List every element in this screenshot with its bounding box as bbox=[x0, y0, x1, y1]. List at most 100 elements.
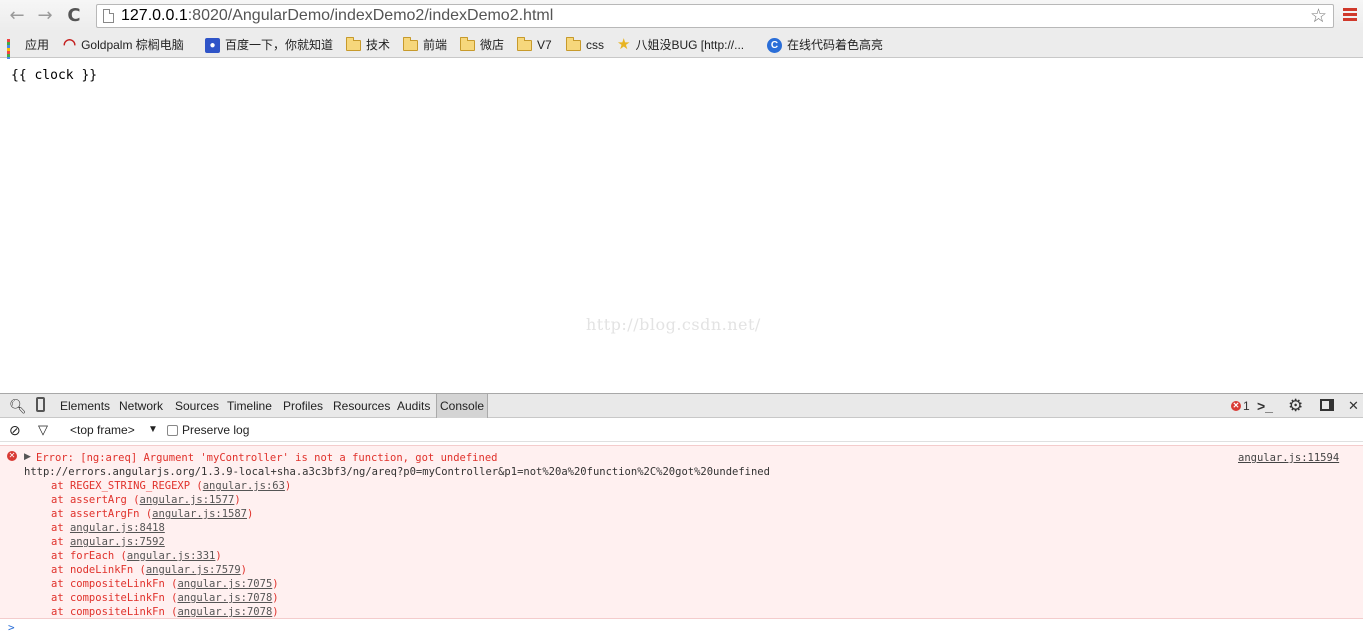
folder-icon bbox=[460, 36, 475, 51]
console-toolbar: ⊘ ▽ <top frame> ▼ Preserve log bbox=[0, 418, 1363, 442]
stack-frame-link[interactable]: angular.js:7592 bbox=[70, 536, 165, 548]
bookmark-baidu[interactable]: ● 百度一下，你就知道 bbox=[205, 36, 333, 54]
bookmark-folder-frontend[interactable]: 前端 bbox=[403, 36, 447, 54]
stack-frame-function: at assertArg bbox=[51, 494, 127, 506]
stack-frame-function: at forEach bbox=[51, 550, 115, 562]
url-host: 127.0.0.1 bbox=[121, 7, 188, 24]
bookmark-folder-tech[interactable]: 技术 bbox=[346, 36, 390, 54]
clear-console-icon[interactable]: ⊘ bbox=[9, 421, 21, 439]
dock-side-icon[interactable] bbox=[1320, 397, 1334, 415]
reload-button[interactable]: C bbox=[63, 5, 85, 27]
error-text: Error: [ng:areq] Argument 'myController'… bbox=[36, 452, 498, 464]
preserve-log-checkbox[interactable] bbox=[167, 425, 178, 436]
bookmark-label: 八姐没BUG [http://... bbox=[635, 38, 745, 52]
bookmark-label: css bbox=[586, 38, 604, 52]
frame-selector[interactable]: <top frame> bbox=[70, 421, 135, 439]
stack-frame-link[interactable]: angular.js:63 bbox=[203, 480, 285, 492]
tab-network[interactable]: Network bbox=[116, 394, 166, 418]
stack-frame: at compositeLinkFn (angular.js:7075) bbox=[51, 578, 279, 590]
tab-timeline[interactable]: Timeline bbox=[224, 394, 275, 418]
forward-button[interactable]: → bbox=[34, 5, 56, 27]
back-button[interactable]: ← bbox=[6, 5, 28, 27]
stack-frame-function: at compositeLinkFn bbox=[51, 592, 165, 604]
disclosure-triangle-icon[interactable]: ▶ bbox=[24, 450, 31, 464]
stack-frame: at nodeLinkFn (angular.js:7579) bbox=[51, 564, 247, 576]
stack-frame-link[interactable]: angular.js:331 bbox=[127, 550, 216, 562]
bookmark-label: 微店 bbox=[480, 38, 505, 52]
chevron-down-icon[interactable]: ▼ bbox=[148, 421, 158, 439]
bookmark-goldpalm[interactable]: ◠ Goldpalm 棕榈电脑 bbox=[63, 36, 184, 54]
stack-frame-link[interactable]: angular.js:1577 bbox=[140, 494, 235, 506]
stack-frame-link[interactable]: angular.js:7078 bbox=[177, 606, 272, 618]
error-icon: ✕ bbox=[1231, 401, 1241, 411]
stack-frame-link[interactable]: angular.js:1587 bbox=[152, 508, 247, 520]
stack-frame: at angular.js:8418 bbox=[51, 521, 291, 535]
stack-frame-link[interactable]: angular.js:7075 bbox=[177, 578, 272, 590]
filter-icon[interactable]: ▽ bbox=[38, 421, 48, 439]
preserve-log-label: Preserve log bbox=[182, 423, 250, 437]
paw-icon: ● bbox=[205, 37, 220, 53]
bookmark-label: Goldpalm 棕榈电脑 bbox=[81, 38, 184, 52]
bookmarks-bar: 应用 ◠ Goldpalm 棕榈电脑 ● 百度一下，你就知道 技术 前端 微店 … bbox=[0, 32, 1363, 66]
bookmark-label: V7 bbox=[537, 38, 552, 52]
stack-frame-function: at compositeLinkFn bbox=[51, 578, 165, 590]
gear-icon[interactable]: ⚙ bbox=[1288, 397, 1303, 415]
tab-audits[interactable]: Audits bbox=[394, 394, 433, 418]
device-mode-icon[interactable] bbox=[36, 397, 45, 415]
browser-toolbar: ← → C 127.0.0.1:8020/AngularDemo/indexDe… bbox=[0, 0, 1363, 32]
stack-frame: at assertArgFn (angular.js:1587) bbox=[51, 508, 254, 520]
url-path: :8020/AngularDemo/indexDemo2/indexDemo2.… bbox=[187, 7, 554, 24]
bookmark-bajie[interactable]: ★ 八姐没BUG [http://... bbox=[617, 36, 744, 54]
bookmark-star-icon[interactable]: ☆ bbox=[1310, 4, 1327, 28]
page-icon bbox=[103, 9, 114, 23]
tab-elements[interactable]: Elements bbox=[57, 394, 113, 418]
close-icon[interactable]: ✕ bbox=[1348, 397, 1359, 415]
error-count-value: 1 bbox=[1243, 399, 1250, 413]
stack-frame-function: at bbox=[51, 536, 64, 548]
apps-grid-icon bbox=[7, 38, 20, 66]
devtools-tabbar: 🔍︎ Elements Network Sources Timeline Pro… bbox=[0, 393, 1363, 418]
bookmark-folder-css[interactable]: css bbox=[566, 36, 604, 54]
stack-frame-link[interactable]: angular.js:7579 bbox=[146, 564, 241, 576]
stack-trace: at REGEX_STRING_REGEXP (angular.js:63) at… bbox=[51, 479, 291, 619]
search-icon[interactable]: 🔍︎ bbox=[9, 397, 27, 415]
tab-console[interactable]: Console bbox=[436, 394, 489, 418]
error-counter[interactable]: ✕ 1 bbox=[1231, 398, 1250, 414]
tab-sources[interactable]: Sources bbox=[172, 394, 222, 418]
address-bar[interactable]: 127.0.0.1:8020/AngularDemo/indexDemo2/in… bbox=[96, 4, 1334, 28]
bookmark-apps[interactable]: 应用 bbox=[7, 36, 50, 66]
bookmark-label: 在线代码着色高亮 bbox=[787, 38, 884, 52]
stack-frame: at assertArg (angular.js:1577) bbox=[51, 494, 241, 506]
stack-frame-function: at REGEX_STRING_REGEXP bbox=[51, 480, 191, 492]
stack-frame-function: at bbox=[51, 522, 64, 534]
bookmark-label: 前端 bbox=[423, 38, 448, 52]
folder-icon bbox=[517, 36, 532, 51]
stack-frame-link[interactable]: angular.js:7078 bbox=[177, 592, 272, 604]
url-text[interactable]: 127.0.0.1:8020/AngularDemo/indexDemo2/in… bbox=[121, 6, 553, 26]
console-drawer-icon[interactable]: >_ bbox=[1257, 397, 1273, 415]
bookmark-folder-v7[interactable]: V7 bbox=[517, 36, 552, 54]
folder-icon bbox=[403, 36, 418, 51]
stack-frame-function: at assertArgFn bbox=[51, 508, 140, 520]
bookmark-folder-weidian[interactable]: 微店 bbox=[460, 36, 504, 54]
stack-frame: at compositeLinkFn (angular.js:7078) bbox=[51, 606, 279, 618]
star-icon: ★ bbox=[617, 36, 631, 53]
stack-frame-link[interactable]: angular.js:8418 bbox=[70, 522, 165, 534]
stack-frame: at compositeLinkFn (angular.js:7078) bbox=[51, 592, 279, 604]
tab-resources[interactable]: Resources bbox=[330, 394, 393, 418]
c-icon: C bbox=[767, 37, 782, 53]
source-link[interactable]: angular.js:11594 bbox=[1238, 451, 1339, 465]
stack-frame: at forEach (angular.js:331) bbox=[51, 550, 222, 562]
menu-icon[interactable] bbox=[1343, 8, 1357, 24]
console-prompt[interactable]: > bbox=[8, 621, 15, 634]
folder-icon bbox=[346, 36, 361, 51]
bookmark-code-highlight[interactable]: C 在线代码着色高亮 bbox=[767, 36, 883, 54]
error-url[interactable]: http://errors.angularjs.org/1.3.9-local+… bbox=[24, 465, 770, 479]
bookmark-label: 应用 bbox=[25, 38, 50, 52]
stack-frame-function: at compositeLinkFn bbox=[51, 606, 165, 618]
console-error-message: ✕ ▶ Error: [ng:areq] Argument 'myControl… bbox=[0, 445, 1363, 619]
preserve-log-toggle[interactable]: Preserve log bbox=[167, 421, 249, 439]
stack-frame: at REGEX_STRING_REGEXP (angular.js:63) bbox=[51, 480, 292, 492]
tab-profiles[interactable]: Profiles bbox=[280, 394, 326, 418]
stack-frame: at angular.js:7592 bbox=[51, 535, 291, 549]
